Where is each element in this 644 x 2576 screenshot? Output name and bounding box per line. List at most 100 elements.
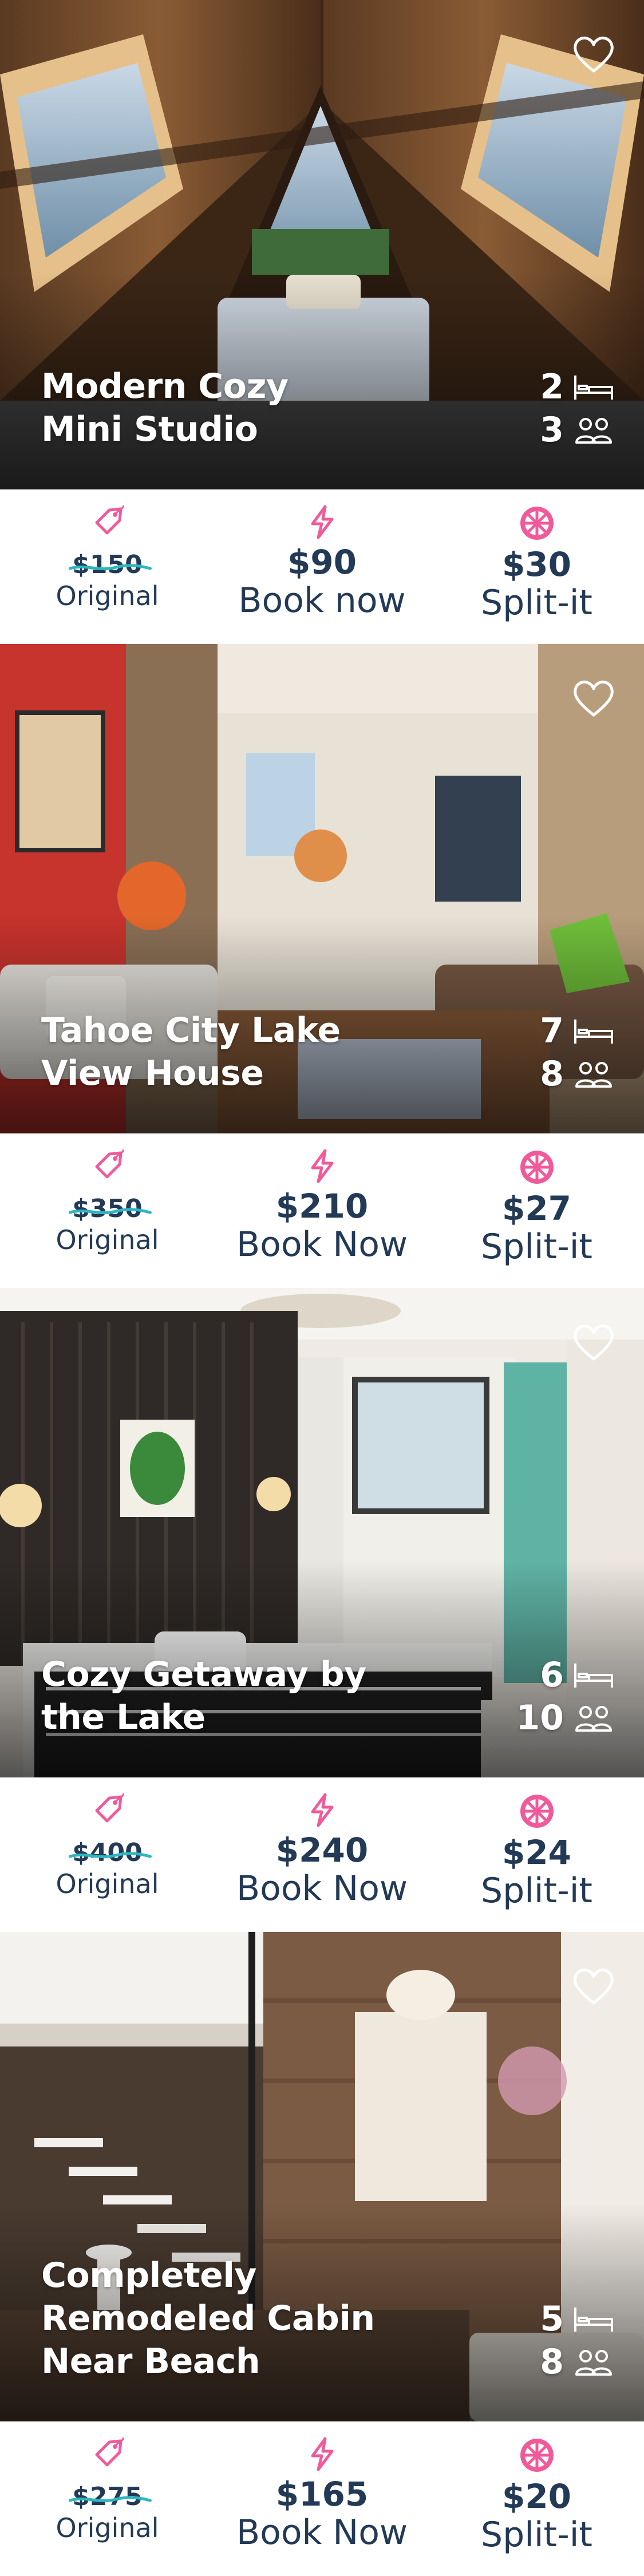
book-price: $165 — [275, 2475, 369, 2514]
original-price-wrap: $150 — [69, 550, 152, 580]
beds-stat: 5 — [500, 2297, 614, 2340]
original-label: Original — [56, 1224, 159, 1255]
original-price-option[interactable]: $400 Original — [0, 1777, 215, 1932]
book-now-option[interactable]: $240 Book Now — [215, 1777, 429, 1932]
split-it-option[interactable]: $24 Split-it — [429, 1777, 644, 1932]
split-label: Split-it — [481, 1227, 592, 1267]
book-label: Book Now — [236, 1224, 408, 1265]
guests-stat: 8 — [500, 2340, 614, 2383]
split-price: $24 — [501, 1833, 572, 1872]
original-price-option[interactable]: $150 Original — [0, 489, 215, 644]
split-it-option[interactable]: $30 Split-it — [429, 489, 644, 644]
guests-stat: 10 — [500, 1696, 614, 1739]
listing-title: Tahoe City Lake View House — [41, 1009, 453, 1095]
listing-title: Cozy Getaway by the Lake — [41, 1653, 453, 1739]
favorite-heart-icon[interactable] — [572, 1966, 615, 2006]
citrus-slice-icon — [520, 2439, 554, 2472]
guests-count: 8 — [540, 2341, 564, 2382]
favorite-heart-icon[interactable] — [572, 678, 615, 718]
listing-card[interactable]: Completely Remodeled Cabin Near Beach 5 … — [0, 1932, 644, 2576]
lightning-icon — [311, 2437, 333, 2471]
price-tag-icon — [95, 2437, 124, 2467]
listing-title: Modern Cozy Mini Studio — [41, 365, 453, 451]
title-line: the Lake — [41, 1697, 206, 1737]
beds-stat: 6 — [500, 1653, 614, 1696]
beds-count: 6 — [540, 1654, 564, 1695]
original-price-wrap: $350 — [69, 1194, 152, 1224]
price-tag-icon — [95, 1149, 124, 1179]
book-now-option[interactable]: $165 Book Now — [215, 2421, 429, 2576]
price-options: $400 Original $240 Book Now $24 Split-it — [0, 1777, 644, 1932]
price-options: $275 Original $165 Book Now $20 Split-it — [0, 2421, 644, 2576]
favorite-heart-icon[interactable] — [572, 1322, 615, 1362]
listing-stats: 2 3 — [500, 365, 614, 451]
split-label: Split-it — [481, 2515, 592, 2555]
listing-stats: 5 8 — [500, 2297, 614, 2383]
bed-icon — [574, 1019, 613, 1044]
citrus-slice-icon — [520, 1795, 554, 1828]
title-line: Cozy Getaway by — [41, 1654, 366, 1694]
guests-stat: 3 — [500, 408, 614, 451]
split-it-option[interactable]: $27 Split-it — [429, 1133, 644, 1288]
split-it-option[interactable]: $20 Split-it — [429, 2421, 644, 2576]
price-options: $350 Original $210 Book Now $27 Split-it — [0, 1133, 644, 1288]
price-tag-icon — [95, 505, 124, 535]
strikethrough-icon — [69, 564, 152, 571]
lightning-icon — [311, 1149, 333, 1183]
title-line: Mini Studio — [41, 409, 258, 449]
citrus-slice-icon — [520, 507, 554, 540]
beds-count: 5 — [540, 2298, 564, 2339]
book-now-option[interactable]: $90 Book now — [215, 489, 429, 644]
strikethrough-icon — [69, 1852, 152, 1859]
people-icon — [575, 417, 612, 444]
book-price: $90 — [287, 543, 357, 582]
split-price: $27 — [501, 1189, 572, 1228]
people-icon — [575, 2349, 612, 2376]
original-label: Original — [56, 1868, 159, 1899]
split-label: Split-it — [481, 1871, 592, 1911]
book-label: Book Now — [236, 2512, 408, 2553]
beds-count: 7 — [540, 1010, 564, 1051]
original-price-option[interactable]: $275 Original — [0, 2421, 215, 2576]
title-line: Modern Cozy — [41, 366, 289, 406]
beds-stat: 7 — [500, 1009, 614, 1052]
strikethrough-icon — [69, 1208, 152, 1215]
beds-count: 2 — [540, 366, 564, 407]
title-line: Remodeled Cabin — [41, 2298, 375, 2338]
price-tag-icon — [95, 1793, 124, 1823]
guests-count: 8 — [540, 1053, 564, 1094]
book-now-option[interactable]: $210 Book Now — [215, 1133, 429, 1288]
book-price: $210 — [275, 1187, 369, 1226]
original-label: Original — [56, 580, 159, 611]
favorite-heart-icon[interactable] — [572, 34, 615, 74]
listing-card[interactable]: Modern Cozy Mini Studio 2 3 $150 Origina… — [0, 0, 644, 644]
title-line: Completely — [41, 2255, 257, 2296]
book-label: Book Now — [236, 1868, 408, 1909]
original-price-wrap: $400 — [69, 1838, 152, 1868]
split-label: Split-it — [481, 583, 592, 623]
people-icon — [575, 1061, 612, 1088]
guests-count: 10 — [516, 1697, 564, 1738]
title-line: Tahoe City Lake — [41, 1010, 341, 1050]
listing-stats: 6 10 — [500, 1653, 614, 1739]
book-price: $240 — [275, 1831, 369, 1870]
title-line: View House — [41, 1053, 264, 1093]
lightning-icon — [311, 1793, 333, 1827]
split-price: $20 — [501, 2477, 572, 2516]
bed-icon — [574, 2307, 613, 2332]
guests-stat: 8 — [500, 1052, 614, 1095]
listing-stats: 7 8 — [500, 1009, 614, 1095]
split-price: $30 — [501, 545, 572, 584]
lightning-icon — [311, 505, 333, 539]
citrus-slice-icon — [520, 1151, 554, 1184]
listing-card[interactable]: Cozy Getaway by the Lake 6 10 $400 Origi… — [0, 1288, 644, 1932]
price-options: $150 Original $90 Book now $30 Split-it — [0, 489, 644, 644]
listing-title: Completely Remodeled Cabin Near Beach — [41, 2254, 453, 2383]
original-label: Original — [56, 2512, 159, 2543]
original-price-option[interactable]: $350 Original — [0, 1133, 215, 1288]
strikethrough-icon — [69, 2496, 152, 2503]
listing-card[interactable]: Tahoe City Lake View House 7 8 $350 Orig… — [0, 644, 644, 1288]
people-icon — [575, 1705, 612, 1732]
book-label: Book now — [238, 580, 406, 621]
original-price-wrap: $275 — [69, 2482, 152, 2512]
